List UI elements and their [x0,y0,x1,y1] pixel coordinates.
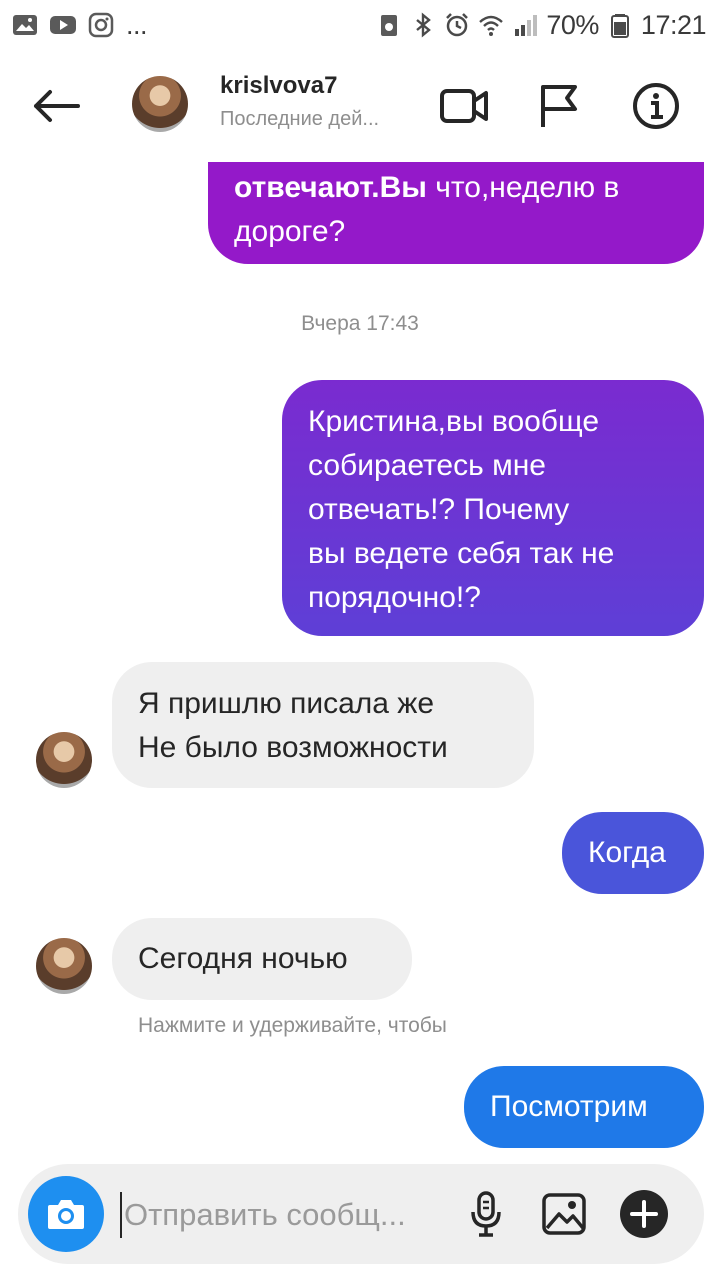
camera-icon [48,1200,84,1229]
status-bar: ... 70% 17:21 [0,0,720,50]
sent-message[interactable]: Посмотрим [464,1066,704,1148]
sent-message[interactable]: Кристина,вы вообще собираетесь мне отвеч… [282,380,704,636]
recycle-icon [376,12,402,38]
battery-percent: 70% [546,9,599,40]
message-line: собираетесь мне [308,449,546,482]
instagram-icon [88,12,114,38]
message-line: порядочно!? [308,581,481,614]
back-button[interactable] [30,84,82,128]
image-icon [542,1193,586,1235]
clock: 17:21 [640,9,707,40]
sent-message[interactable]: отвечают.Вы что,неделю в дороге? [208,162,704,264]
wifi-icon [478,12,504,38]
alarm-icon [444,12,470,38]
message-line: отвечать!? Почему [308,493,570,526]
message-text: Сегодня ночью [138,942,348,975]
chat-header: krislvova7 Последние дей... [0,50,720,162]
message-thread[interactable]: отвечают.Вы что,неделю в дороге? Вчера 1… [0,162,720,1162]
voice-message-button[interactable] [460,1188,512,1240]
message-line: Я пришлю писала же [138,687,435,720]
gallery-button[interactable] [538,1188,590,1240]
back-arrow-icon [34,90,80,122]
message-text: что,неделю в [426,171,620,204]
flag-icon [541,85,577,127]
info-button[interactable] [630,80,682,132]
more-options-button[interactable] [618,1188,670,1240]
status-more: ... [126,9,148,40]
hint-text: Нажмите и удерживайте, чтобы [138,1014,447,1037]
signal-icon [512,12,538,38]
youtube-icon [50,12,76,38]
gallery-icon [12,12,38,38]
message-composer [18,1164,704,1264]
bluetooth-icon [410,12,436,38]
message-text: Когда [588,836,666,869]
message-bold-text: отвечают.Вы [234,171,427,204]
contact-activity: Последние дей... [220,108,380,130]
sender-avatar[interactable] [36,938,92,994]
report-button[interactable] [534,80,586,132]
contact-username: krislvova7 [220,72,338,99]
message-line: дороге? [234,215,346,248]
message-line: Не было возможности [138,731,448,764]
message-line: вы ведете себя так не [308,537,615,570]
video-call-button[interactable] [438,80,490,132]
message-text: Посмотрим [490,1090,648,1123]
battery-icon [607,12,633,38]
contact-title[interactable]: krislvova7 Последние дей... [220,72,420,131]
camera-button[interactable] [28,1176,104,1252]
received-message[interactable]: Сегодня ночью [112,918,412,1000]
microphone-icon [471,1191,501,1237]
message-line: отвечают.Вы что,неделю в [234,166,678,210]
message-line: Кристина,вы вообще [308,405,600,438]
sender-avatar[interactable] [36,732,92,788]
contact-avatar[interactable] [132,76,188,132]
info-icon [633,83,679,129]
sent-message[interactable]: Когда [562,812,704,894]
status-bar-right: 70% 17:21 [376,9,707,41]
video-call-icon [440,89,488,123]
status-bar-left: ... [12,9,148,41]
plus-icon [620,1190,668,1238]
message-input[interactable] [120,1192,440,1238]
timestamp: Вчера 17:43 [301,312,419,335]
received-message[interactable]: Я пришлю писала же Не было возможности [112,662,534,788]
